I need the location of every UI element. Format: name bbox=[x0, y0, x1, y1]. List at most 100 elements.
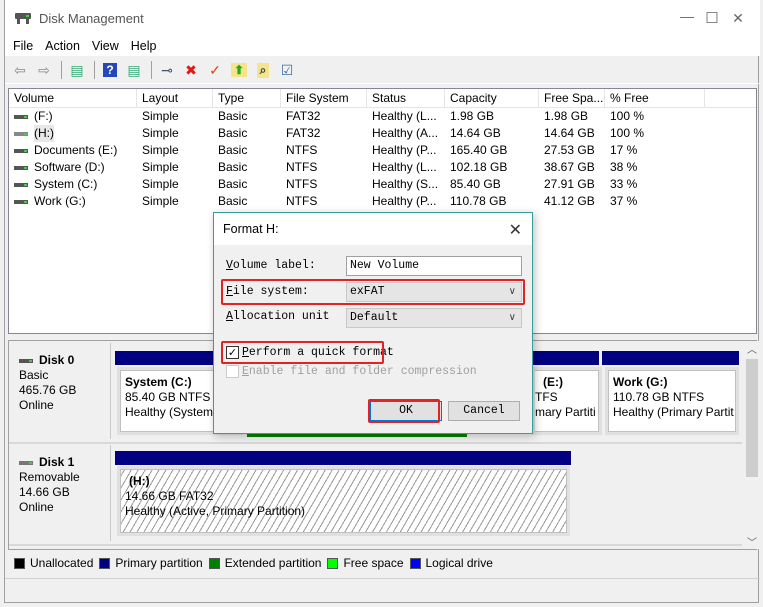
scroll-down-icon[interactable]: ﹀ bbox=[747, 534, 757, 549]
volume-cell: Software (D:) bbox=[9, 159, 137, 176]
column-header-volume[interactable]: Volume bbox=[9, 89, 137, 107]
partition-name: (E:) bbox=[543, 375, 563, 389]
table-row[interactable]: (H:) Simple Basic FAT32 Healthy (A... 14.64 G… bbox=[9, 125, 756, 142]
toolbar-separator bbox=[61, 61, 62, 79]
removable-disk-icon bbox=[19, 460, 33, 465]
table-cell: Simple bbox=[142, 126, 179, 140]
show-action-pane-button[interactable]: ▤ bbox=[123, 59, 145, 81]
close-button[interactable]: ✕ bbox=[715, 0, 761, 36]
delete-button[interactable]: ✖ bbox=[180, 59, 202, 81]
table-cell: Simple bbox=[142, 143, 179, 157]
scroll-up-icon[interactable]: ︿ bbox=[747, 341, 757, 356]
explore-button[interactable]: ⌕ bbox=[252, 59, 274, 81]
allocation-unit-label: Allocation unit bbox=[226, 310, 330, 323]
disk-0-label[interactable]: Disk 0 Basic 465.76 GB Online bbox=[11, 343, 111, 439]
checklist-button[interactable]: ☑ bbox=[276, 59, 298, 81]
table-row[interactable]: Software (D:) Simple Basic NTFS Healthy (L..… bbox=[9, 159, 756, 176]
column-header-file-system[interactable]: File System bbox=[281, 89, 367, 107]
legend-label: Extended partition bbox=[224, 556, 322, 570]
menu-file[interactable]: File bbox=[13, 39, 33, 53]
partition-h[interactable]: (H:) 14.66 GB FAT32 Healthy (Active, Pri… bbox=[117, 466, 570, 536]
column-header-filler bbox=[705, 89, 756, 107]
dialog-close-icon[interactable]: ✕ bbox=[509, 220, 522, 240]
dialog-title-bar: Format H: bbox=[214, 213, 532, 245]
back-arrow-icon: ⇦ bbox=[14, 61, 26, 78]
table-cell: Healthy (S... bbox=[372, 177, 439, 191]
table-cell: Healthy (A... bbox=[372, 126, 439, 140]
partition-documents-e[interactable]: (E:) TFS mary Partiti bbox=[532, 367, 602, 435]
table-cell: Basic bbox=[218, 160, 248, 174]
partition-status: Healthy (Primary Partit bbox=[613, 405, 734, 419]
volume-list-header: Volume Layout Type File System Status Ca… bbox=[9, 89, 756, 108]
column-header-status[interactable]: Status bbox=[367, 89, 445, 107]
partition-work-g[interactable]: Work (G:) 110.78 GB NTFS Healthy (Primar… bbox=[605, 367, 739, 435]
close-icon: ✕ bbox=[732, 9, 744, 26]
table-row[interactable]: Work (G:) Simple Basic NTFS Healthy (P... 110… bbox=[9, 193, 756, 210]
table-cell: Simple bbox=[142, 194, 179, 208]
table-row[interactable]: (F:) Simple Basic FAT32 Healthy (L... 1.98 GB… bbox=[9, 108, 756, 125]
menu-view[interactable]: View bbox=[92, 39, 119, 53]
table-cell: Simple bbox=[142, 177, 179, 191]
show-hide-console-tree-button[interactable]: ▤ bbox=[66, 59, 88, 81]
partition-size: 14.66 GB FAT32 bbox=[125, 489, 214, 503]
volume-cell: (F:) bbox=[9, 108, 137, 125]
open-folder-button[interactable]: ⬆ bbox=[228, 59, 250, 81]
volume-name: (H:) bbox=[34, 125, 54, 142]
table-cell: Simple bbox=[142, 160, 179, 174]
menu-action[interactable]: Action bbox=[45, 39, 80, 53]
drive-icon bbox=[14, 199, 28, 204]
disk-1-partition-bar bbox=[115, 451, 571, 465]
back-arrow-button[interactable]: ⇦ bbox=[9, 59, 31, 81]
toolbar-separator bbox=[94, 61, 95, 79]
table-cell: 27.53 GB bbox=[544, 143, 595, 157]
disk-management-app-icon bbox=[15, 11, 31, 25]
allocation-unit-select[interactable]: Default ∨ bbox=[346, 308, 522, 328]
menu-help[interactable]: Help bbox=[131, 39, 157, 53]
column-header-free-space[interactable]: Free Spa... bbox=[539, 89, 605, 107]
allocation-unit-value: Default bbox=[350, 311, 399, 324]
column-header-type[interactable]: Type bbox=[213, 89, 281, 107]
help-button[interactable]: ? bbox=[99, 59, 121, 81]
volume-name: Documents (E:) bbox=[34, 143, 118, 157]
table-cell: FAT32 bbox=[286, 126, 321, 140]
drive-icon bbox=[14, 131, 28, 136]
drive-icon bbox=[14, 148, 28, 153]
compression-checkbox[interactable] bbox=[226, 365, 239, 378]
table-cell: Basic bbox=[218, 177, 248, 191]
column-header-percent-free[interactable]: % Free bbox=[605, 89, 705, 107]
graph-scrollbar[interactable]: ︿ ﹀ bbox=[745, 341, 759, 549]
status-bar bbox=[5, 578, 760, 603]
delete-icon: ✖ bbox=[185, 61, 197, 78]
table-cell: 1.98 GB bbox=[450, 109, 495, 123]
window-title: Disk Management bbox=[39, 10, 144, 26]
disk-0-partition-bar-g bbox=[602, 351, 739, 365]
connect-drive-button[interactable]: ⊸ bbox=[156, 59, 178, 81]
table-cell: 27.91 GB bbox=[544, 177, 595, 191]
table-cell: Simple bbox=[142, 109, 179, 123]
column-header-capacity[interactable]: Capacity bbox=[445, 89, 539, 107]
table-cell: 14.64 GB bbox=[544, 126, 595, 140]
partition-size: TFS bbox=[535, 390, 558, 404]
cancel-button[interactable]: Cancel bbox=[448, 401, 520, 421]
table-cell: NTFS bbox=[286, 177, 318, 191]
scrollbar-thumb[interactable] bbox=[746, 359, 758, 477]
forward-arrow-button[interactable]: ⇨ bbox=[33, 59, 55, 81]
legend-swatch bbox=[99, 557, 111, 569]
column-header-layout[interactable]: Layout bbox=[137, 89, 213, 107]
volume-name: System (C:) bbox=[34, 177, 98, 191]
volume-cell: Work (G:) bbox=[9, 193, 137, 210]
properties-button[interactable]: ✓ bbox=[204, 59, 226, 81]
disk-icon bbox=[19, 358, 33, 363]
table-cell: Basic bbox=[218, 194, 248, 208]
disk-1-label[interactable]: Disk 1 Removable 14.66 GB Online bbox=[11, 445, 111, 541]
disk-0-size: 465.76 GB bbox=[19, 383, 77, 397]
table-row[interactable]: Documents (E:) Simple Basic NTFS Healthy (P.… bbox=[9, 142, 756, 159]
table-cell: 100 % bbox=[610, 126, 645, 140]
table-cell: Healthy (P... bbox=[372, 194, 437, 208]
drive-icon bbox=[14, 114, 28, 119]
volume-label-input[interactable]: New Volume bbox=[346, 256, 522, 276]
table-cell: 33 % bbox=[610, 177, 638, 191]
table-row[interactable]: System (C:) Simple Basic NTFS Healthy (S... 8… bbox=[9, 176, 756, 193]
legend-swatch bbox=[14, 557, 25, 569]
file-system-highlight bbox=[221, 279, 525, 305]
